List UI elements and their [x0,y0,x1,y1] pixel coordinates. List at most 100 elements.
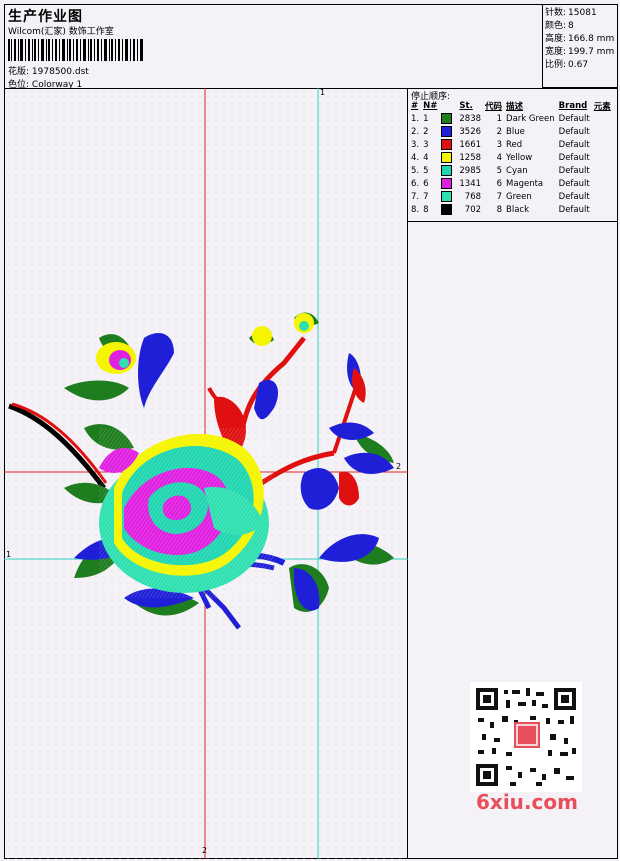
cell-code: 2 [496,126,503,137]
colors-row: 颜色: 8 [545,18,574,31]
pattern-label: 花版: [8,67,30,77]
cell-swatch [439,151,457,164]
cell-code: 6 [496,178,503,189]
width-row: 宽度: 199.7 mm [545,44,614,57]
cell-swatch [439,203,457,216]
cell-code: 8 [496,204,503,215]
cell-brand: Default [558,113,590,124]
cell-elem [592,112,613,125]
color-swatch [441,204,453,215]
table-row: 5. 5 2985 5 Cyan Default [409,164,613,177]
cell-brand: Default [558,191,590,202]
stop-sequence-table: # N# St. 代码 描述 Brand 元素 1. 1 2838 1 Dark Gre… [409,100,613,216]
cell-elem [592,203,613,216]
cell-idx: 2. [411,126,420,137]
color-swatch [441,139,453,150]
col-brand: Brand [558,101,588,111]
col-swatch [439,100,457,112]
pattern-value: 1978500.dst [31,67,89,77]
watermark-logo: 6xiu.com [476,790,578,814]
color-swatch [441,113,453,124]
branch-black [8,403,106,490]
header: 生产作业图 Wilcom(汇家) 数饰工作室 花版: 1978500.dst 色… [4,4,618,90]
guide-label-h-red: 2 [396,462,402,471]
color-swatch [441,152,453,163]
design-canvas[interactable]: 2 2 1 1 [4,88,408,859]
colors-value: 8 [568,21,574,31]
cell-brand: Default [558,126,590,137]
cell-desc: Red [506,139,523,150]
pattern-line: 花版: 1978500.dst [8,64,89,77]
cell-idx: 6. [411,178,420,189]
cell-st: 702 [464,204,482,215]
cell-brand: Default [558,139,590,150]
company-name: Wilcom(汇家) 数饰工作室 [8,27,114,37]
colors-label: 颜色: [545,21,567,31]
table-row: 6. 6 1341 6 Magenta Default [409,177,613,190]
cell-code: 4 [496,152,503,163]
barcode [8,39,143,61]
cell-no: 4 [423,152,429,163]
stitches-label: 针数: [545,8,567,18]
cell-st: 1661 [459,139,482,150]
table-row: 1. 1 2838 1 Dark Green Default [409,112,613,125]
qr-logo [514,722,540,748]
col-idx: # [411,101,419,111]
height-value: 166.8 mm [568,34,615,44]
cell-no: 3 [423,139,429,150]
stop-sequence-panel: 停止顺序: # N# St. 代码 描述 Brand 元素 1. 1 2838 1 Da… [408,88,618,222]
stitches-row: 针数: 15081 [545,5,597,18]
cell-no: 7 [423,191,429,202]
cell-elem [592,190,613,203]
cell-no: 6 [423,178,429,189]
cell-swatch [439,125,457,138]
cell-no: 1 [423,113,429,124]
guide-label-v-red: 2 [202,846,208,855]
cell-st: 3526 [459,126,482,137]
cell-idx: 7. [411,191,420,202]
color-swatch [441,191,453,202]
cell-desc: Magenta [506,178,544,189]
cell-brand: Default [558,204,590,215]
cell-no: 5 [423,165,429,176]
cell-elem [592,125,613,138]
embroidery-design [4,88,408,859]
cell-idx: 8. [411,204,420,215]
height-row: 高度: 166.8 mm [545,31,614,44]
cell-st: 768 [464,191,482,202]
cell-desc: Green [506,191,532,202]
table-row: 4. 4 1258 4 Yellow Default [409,151,613,164]
cell-st: 1258 [459,152,482,163]
color-swatch [441,178,453,189]
scale-row: 比例: 0.67 [545,57,588,70]
cell-st: 2838 [459,113,482,124]
width-value: 199.7 mm [568,47,615,57]
cell-idx: 1. [411,113,420,124]
cell-desc: Black [506,204,530,215]
col-no: N# [423,101,438,111]
cell-swatch [439,138,457,151]
col-elem: 元素 [593,102,611,112]
table-row: 8. 8 702 8 Black Default [409,203,613,216]
cell-swatch [439,190,457,203]
cell-brand: Default [558,178,590,189]
cell-no: 8 [423,204,429,215]
cell-elem [592,138,613,151]
color-swatch [441,165,453,176]
cell-swatch [439,177,457,190]
color-swatch [441,126,453,137]
cell-elem [592,177,613,190]
cell-idx: 3. [411,139,420,150]
flower-bud-left [96,342,136,374]
guide-label-h-cyan: 1 [6,550,12,559]
width-label: 宽度: [545,47,567,57]
page-title: 生产作业图 [8,9,83,25]
cell-no: 2 [423,126,429,137]
table-row: 2. 2 3526 2 Blue Default [409,125,613,138]
cell-brand: Default [558,165,590,176]
cell-st: 1341 [459,178,482,189]
scale-value: 0.67 [568,60,589,70]
cell-code: 7 [496,191,503,202]
flower-main [99,428,274,598]
height-label: 高度: [545,34,567,44]
